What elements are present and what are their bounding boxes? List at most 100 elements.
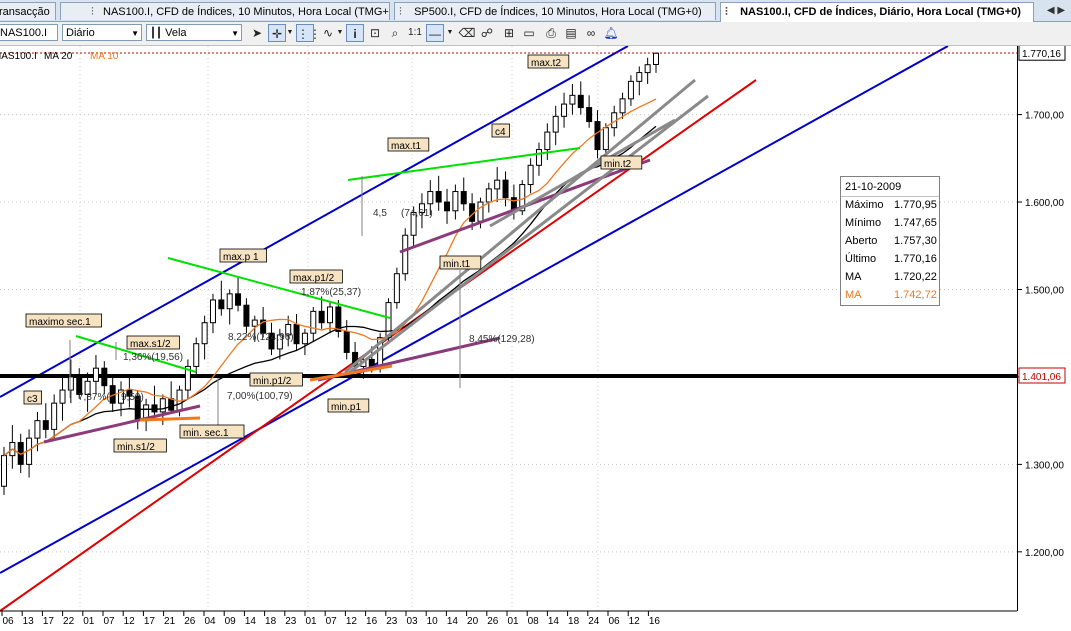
time-tick-label: 26 xyxy=(184,616,196,627)
annotation-label: 4,5 xyxy=(373,208,387,219)
candles-icon: ┃┃ xyxy=(150,28,163,39)
annotation-label: min.p1/2 xyxy=(253,376,292,387)
chevron-down-icon[interactable]: ▼ xyxy=(285,24,295,42)
horizontal-line-tool-icon[interactable]: — xyxy=(426,24,444,42)
tab-nas100-10min[interactable]: ⫶ NAS100.I, CFD de Índices, 10 Minutos, … xyxy=(60,2,390,20)
tab-transaction[interactable]: ransacção xyxy=(0,2,56,20)
candles-icon: ⫶ xyxy=(725,6,728,18)
annotation-label: 9,50) xyxy=(121,392,144,403)
zoom-box-icon[interactable]: ⊡ xyxy=(366,24,384,42)
candle-body xyxy=(485,188,492,203)
time-tick-label: 12 xyxy=(629,616,641,627)
price-chart[interactable]: c3 maximo sec.1 max.s1/2 min.s1/2 min. sec.1… xyxy=(0,46,1071,631)
last-price-label: 1.770,16 xyxy=(1022,49,1061,60)
grid-toggle-icon[interactable]: ⋮⋮ xyxy=(296,24,321,42)
candle-body xyxy=(569,94,576,105)
tab-scroll-arrows[interactable]: ◀ ▶ xyxy=(1043,2,1069,19)
data-window-row-ma10: MA 1.742,72 xyxy=(845,289,937,301)
time-tick-label: 12 xyxy=(346,616,358,627)
time-tick-label: 17 xyxy=(43,616,55,627)
time-tick-label: 08 xyxy=(528,616,540,627)
timeframe-select[interactable]: Diário ▼ xyxy=(62,24,142,41)
candle-body xyxy=(494,179,501,190)
tab-sp500-10min[interactable]: ⫶ SP500.I, CFD de Índices, 10 Minutos, H… xyxy=(394,2,716,20)
annotation-label: (74,61) xyxy=(401,208,433,219)
time-tick-label: 14 xyxy=(447,616,459,627)
candle-body xyxy=(159,398,166,413)
candle-body xyxy=(101,367,108,387)
template-icon[interactable]: ⊞ xyxy=(500,24,518,42)
tab-label: NAS100.I, CFD de Índices, 10 Minutos, Ho… xyxy=(103,6,390,18)
pointer-tool-icon[interactable]: ➤ xyxy=(248,24,266,42)
time-tick-label: 20 xyxy=(467,616,479,627)
object-list-icon[interactable]: ☍ xyxy=(478,24,496,42)
save-icon[interactable]: ▤ xyxy=(562,24,580,42)
candle-body xyxy=(67,376,74,391)
candle-body xyxy=(627,80,634,100)
gray-line-2 xyxy=(349,94,709,374)
annotation-label: max.t2 xyxy=(531,58,561,69)
candle-body xyxy=(427,191,434,205)
data-window-row-last: Último 1.770,16 xyxy=(845,253,937,265)
time-tick-label: 16 xyxy=(366,616,378,627)
time-tick-label: 17 xyxy=(144,616,156,627)
time-tick-label: 26 xyxy=(487,616,499,627)
annotation-label: 8,22%(124,96) xyxy=(228,332,294,343)
tab-nas100-daily[interactable]: ⫶ NAS100.I, CFD de Índices, Diário, Hora… xyxy=(720,2,1034,22)
candle-body xyxy=(193,343,200,367)
annotation-label: max.p1/2 xyxy=(293,273,335,284)
symbol-value: NAS100.I xyxy=(0,27,48,39)
scale-1to1-icon[interactable]: 1:1 xyxy=(406,24,424,42)
candle-body xyxy=(301,332,308,345)
candle-body xyxy=(561,103,568,117)
candle-body xyxy=(34,420,41,439)
candle-body xyxy=(435,191,442,203)
candle-body xyxy=(535,149,542,166)
price-axis[interactable]: 1.200,001.300,001.400,001.500,001.600,00… xyxy=(1017,46,1071,611)
data-window-row-open: Aberto 1.757,30 xyxy=(845,235,937,247)
price-tick-label: 1.700,00 xyxy=(1025,111,1064,122)
candle-body xyxy=(92,367,99,382)
crosshair-tool-icon[interactable]: ✛ xyxy=(268,24,286,42)
image-export-icon[interactable]: ▭ xyxy=(520,24,538,42)
eraser-icon[interactable]: ⌫ xyxy=(458,24,476,42)
candle-body xyxy=(201,322,208,345)
chart-type-select[interactable]: ┃┃ Vela ▼ xyxy=(146,24,242,41)
candle-body xyxy=(243,304,250,327)
time-tick-label: 01 xyxy=(305,616,317,627)
candle-body xyxy=(402,234,409,275)
time-tick-label: 01 xyxy=(83,616,95,627)
candle-body xyxy=(209,299,216,324)
time-tick-label: 03 xyxy=(406,616,418,627)
annotation-label: min.p1 xyxy=(331,402,361,413)
annotation-label: maximo sec.1 xyxy=(29,317,91,328)
link-icon[interactable]: ∞ xyxy=(582,24,600,42)
symbol-field[interactable]: NAS100.I xyxy=(0,24,58,41)
candles-icon: ⫶ xyxy=(399,6,402,18)
candle-body xyxy=(594,121,601,151)
time-tick-label: 13 xyxy=(23,616,35,627)
annotation-label: 7,00%(100,79) xyxy=(227,391,293,402)
data-window-date: 21-10-2009 xyxy=(845,178,937,196)
print-icon[interactable]: ⎙ xyxy=(542,24,560,42)
time-tick-label: 07 xyxy=(103,616,115,627)
annotation-label: 8,45%(129,28) xyxy=(469,334,535,345)
time-tick-label: 24 xyxy=(588,616,600,627)
data-window: 21-10-2009 Máximo 1.770,95 Mínimo 1.747,… xyxy=(840,176,940,306)
chevron-down-icon[interactable]: ▼ xyxy=(335,24,345,42)
candle-body xyxy=(168,398,175,411)
alert-bell-icon[interactable]: 🔔︎ xyxy=(602,24,620,42)
candles-icon: ⫶ xyxy=(91,6,94,18)
candle-body xyxy=(444,201,451,212)
candle-body xyxy=(293,323,300,345)
purple-line-sec xyxy=(43,404,201,444)
candle-body xyxy=(577,94,584,109)
support-price-label: 1.401,06 xyxy=(1022,372,1061,383)
chevron-down-icon: ▼ xyxy=(231,29,239,38)
time-tick-label: 14 xyxy=(245,616,257,627)
candle-body xyxy=(59,389,66,404)
annotation-label: 7,87%( xyxy=(78,392,110,403)
zoom-icon[interactable]: ⌕ xyxy=(386,24,404,42)
chevron-down-icon[interactable]: ▼ xyxy=(445,24,455,42)
info-icon[interactable]: i xyxy=(346,24,364,42)
